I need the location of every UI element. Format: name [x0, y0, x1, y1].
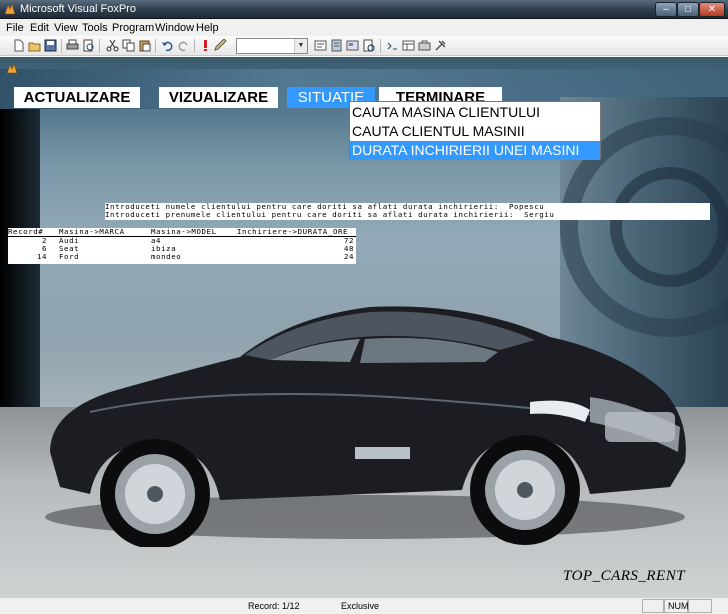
- toolbar-separator: [61, 39, 62, 53]
- table-row: 14 Ford mondeo 24: [8, 253, 356, 261]
- foxpro-screen: ACTUALIZARE VIZUALIZARE TERMINARE SITUAT…: [0, 57, 728, 597]
- cell-model: mondeo: [151, 252, 182, 261]
- cell-durata: 24: [344, 252, 355, 261]
- modify-form-icon[interactable]: [214, 39, 227, 52]
- cut-icon[interactable]: [106, 39, 119, 52]
- open-icon[interactable]: [28, 39, 41, 52]
- cell-marca: Ford: [59, 252, 80, 261]
- foxpro-icon: [6, 64, 18, 74]
- toolbar-separator: [194, 39, 195, 53]
- command-window-icon[interactable]: [314, 39, 327, 52]
- toolbar-separator: [380, 39, 381, 53]
- print-icon[interactable]: [66, 39, 79, 52]
- num-indicator: NUM: [664, 599, 689, 613]
- menu-bar: File Edit View Tools Program Window Help: [0, 19, 728, 36]
- results-table: Record# Masina->MARCA Masina->MODEL Inch…: [8, 228, 356, 264]
- print-preview-icon[interactable]: [82, 39, 95, 52]
- header-durata: Inchiriere->DURATA_ORE: [237, 227, 349, 236]
- cell-record: 14: [37, 252, 48, 261]
- standard-toolbar: ▼: [0, 36, 728, 56]
- brand-label: TOP_CARS_RENT: [563, 568, 686, 584]
- header-marca: Masina->MARCA: [59, 227, 125, 236]
- prompt-output: Introduceti numele clientului pentru car…: [105, 203, 710, 220]
- toolbar-separator: [99, 39, 100, 53]
- new-icon[interactable]: [12, 39, 25, 52]
- copy-icon[interactable]: [122, 39, 135, 52]
- popup-item-durata-inchirierii[interactable]: DURATA INCHIRIERII UNEI MASINI: [350, 141, 600, 160]
- status-bar: Record: 1/12 Exclusive NUM: [0, 597, 728, 614]
- close-button[interactable]: ✕: [699, 2, 725, 17]
- window-title: Microsoft Visual FoxPro: [20, 3, 136, 15]
- situatie-popup: CAUTA MASINA CLIENTULUI CAUTA CLIENTUL M…: [349, 101, 601, 160]
- car-image: [45, 306, 686, 547]
- database-combo[interactable]: ▼: [236, 38, 308, 54]
- code-icon[interactable]: [386, 39, 399, 52]
- header-model: Masina->MODEL: [151, 227, 217, 236]
- status-slot: [688, 599, 712, 613]
- title-bar: Microsoft Visual FoxPro – □ ✕: [0, 0, 728, 19]
- prompt-prenume: Introduceti prenumele clientului pentru …: [105, 210, 555, 219]
- run-icon[interactable]: [199, 39, 212, 52]
- undo-icon[interactable]: [161, 39, 174, 52]
- popup-item-cauta-masina[interactable]: CAUTA MASINA CLIENTULUI: [350, 103, 600, 122]
- pad-actualizare[interactable]: ACTUALIZARE: [14, 87, 140, 108]
- toolbox-icon[interactable]: [418, 39, 431, 52]
- popup-item-cauta-clientul[interactable]: CAUTA CLIENTUL MASINII: [350, 122, 600, 141]
- minimize-button[interactable]: –: [655, 2, 677, 17]
- table-header: Record# Masina->MARCA Masina->MODEL Inch…: [8, 228, 356, 236]
- redo-icon[interactable]: [177, 39, 190, 52]
- maximize-button[interactable]: □: [677, 2, 699, 17]
- tools-icon[interactable]: [434, 39, 447, 52]
- pad-vizualizare[interactable]: VIZUALIZARE: [159, 87, 278, 108]
- menu-program[interactable]: Program: [112, 22, 154, 34]
- menu-help[interactable]: Help: [196, 22, 219, 34]
- save-icon[interactable]: [44, 39, 57, 52]
- paste-icon[interactable]: [138, 39, 151, 52]
- toolbar-separator: [155, 39, 156, 53]
- properties-icon[interactable]: [402, 39, 415, 52]
- menu-window[interactable]: Window: [155, 22, 194, 34]
- record-indicator: Record: 1/12: [248, 601, 300, 611]
- status-slot: [642, 599, 664, 613]
- mode-indicator: Exclusive: [341, 601, 380, 611]
- menu-edit[interactable]: Edit: [30, 22, 49, 34]
- foxpro-icon: [4, 3, 16, 15]
- menu-view[interactable]: View: [54, 22, 78, 34]
- header-record: Record#: [8, 227, 44, 236]
- menu-file[interactable]: File: [6, 22, 24, 34]
- menu-tools[interactable]: Tools: [82, 22, 108, 34]
- report-icon[interactable]: [362, 39, 375, 52]
- chevron-down-icon[interactable]: ▼: [294, 39, 307, 53]
- data-session-icon[interactable]: [330, 39, 343, 52]
- form-designer-icon[interactable]: [346, 39, 359, 52]
